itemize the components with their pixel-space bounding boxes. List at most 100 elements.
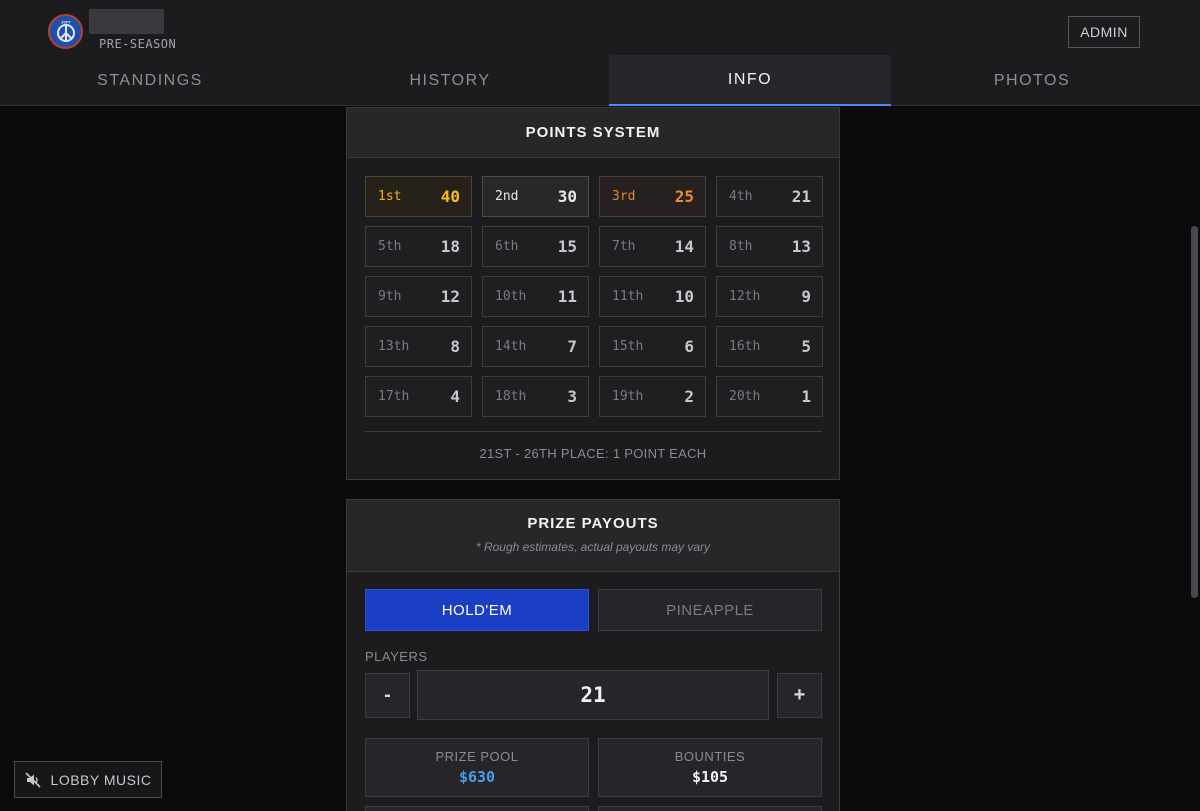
points-system-header: POINTS SYSTEM bbox=[347, 108, 839, 158]
points-value: 7 bbox=[567, 337, 577, 356]
place-label: 7th bbox=[612, 239, 636, 254]
points-cell: 17th 4 bbox=[365, 376, 472, 417]
points-cell: 14th 7 bbox=[482, 326, 589, 367]
players-label: PLAYERS bbox=[365, 649, 428, 664]
prize-payouts-subtitle: * Rough estimates, actual payouts may va… bbox=[475, 540, 711, 554]
points-cell: 7th 14 bbox=[599, 226, 706, 267]
place-label: 2nd bbox=[495, 189, 519, 204]
prize-payouts-panel: PRIZE PAYOUTS * Rough estimates, actual … bbox=[346, 499, 840, 811]
place-label: 9th bbox=[378, 289, 402, 304]
prize-pool-card: PRIZE POOL $630 bbox=[365, 738, 589, 797]
tab-history[interactable]: HISTORY bbox=[300, 55, 600, 106]
points-cell: 12th 9 bbox=[716, 276, 823, 317]
tab-standings[interactable]: STANDINGS bbox=[0, 55, 300, 106]
points-value: 30 bbox=[557, 187, 577, 206]
place-label: 20th bbox=[729, 389, 761, 404]
increase-players-button[interactable]: + bbox=[777, 673, 822, 718]
points-cell: 8th 13 bbox=[716, 226, 823, 267]
points-value: 14 bbox=[674, 237, 694, 256]
points-cell: 13th 8 bbox=[365, 326, 472, 367]
bounties-label: BOUNTIES bbox=[674, 749, 746, 764]
payout-card bbox=[365, 806, 589, 811]
speaker-muted-icon bbox=[24, 771, 41, 788]
points-system-panel: POINTS SYSTEM 1st 40 2nd 30 3rd 25 4th 21 5th 18 6… bbox=[346, 107, 840, 480]
bounties-card: BOUNTIES $105 bbox=[598, 738, 822, 797]
tab-photos[interactable]: PHOTOS bbox=[882, 55, 1182, 106]
payout-card bbox=[598, 806, 822, 811]
lobby-music-button[interactable]: LOBBY MUSIC bbox=[14, 761, 162, 798]
points-cell: 10th 11 bbox=[482, 276, 589, 317]
place-label: 12th bbox=[729, 289, 761, 304]
points-cell: 3rd 25 bbox=[599, 176, 706, 217]
points-value: 9 bbox=[801, 287, 811, 306]
place-label: 16th bbox=[729, 339, 761, 354]
points-value: 6 bbox=[684, 337, 694, 356]
points-value: 13 bbox=[791, 237, 811, 256]
points-value: 18 bbox=[440, 237, 460, 256]
points-cell: 5th 18 bbox=[365, 226, 472, 267]
points-cell: 9th 12 bbox=[365, 276, 472, 317]
prize-payouts-header: PRIZE PAYOUTS * Rough estimates, actual … bbox=[347, 500, 839, 572]
points-value: 11 bbox=[557, 287, 577, 306]
prize-payouts-title: PRIZE PAYOUTS bbox=[527, 515, 659, 532]
logo-text: JSPT bbox=[60, 19, 71, 24]
app-header: JSPT PRE-SEASON ADMIN STANDINGS HISTORY … bbox=[0, 0, 1200, 106]
page-scrollbar[interactable] bbox=[1191, 226, 1198, 598]
points-value: 1 bbox=[801, 387, 811, 406]
lobby-music-label: LOBBY MUSIC bbox=[50, 771, 152, 788]
place-label: 15th bbox=[612, 339, 644, 354]
points-cell: 2nd 30 bbox=[482, 176, 589, 217]
prize-pool-value: $630 bbox=[458, 768, 496, 786]
decrease-players-button[interactable]: - bbox=[365, 673, 410, 718]
place-label: 14th bbox=[495, 339, 527, 354]
points-value: 3 bbox=[567, 387, 577, 406]
players-count-input[interactable]: 21 bbox=[417, 670, 769, 720]
points-value: 5 bbox=[801, 337, 811, 356]
league-logo: JSPT bbox=[48, 14, 83, 49]
points-cell: 20th 1 bbox=[716, 376, 823, 417]
points-cell: 19th 2 bbox=[599, 376, 706, 417]
points-system-title: POINTS SYSTEM bbox=[525, 124, 661, 141]
game-type-toggle: HOLD'EM PINEAPPLE bbox=[365, 589, 822, 631]
divider bbox=[365, 431, 822, 432]
place-label: 1st bbox=[378, 189, 402, 204]
place-label: 19th bbox=[612, 389, 644, 404]
points-value: 8 bbox=[450, 337, 460, 356]
points-note: 21ST - 26TH PLACE: 1 POINT EACH bbox=[479, 446, 707, 461]
points-value: 15 bbox=[557, 237, 577, 256]
main-tabs: STANDINGS HISTORY INFO PHOTOS bbox=[0, 55, 1200, 106]
holdem-button[interactable]: HOLD'EM bbox=[365, 589, 589, 631]
place-label: 8th bbox=[729, 239, 753, 254]
points-value: 25 bbox=[674, 187, 694, 206]
prize-pool-label: PRIZE POOL bbox=[435, 749, 519, 764]
place-label: 11th bbox=[612, 289, 644, 304]
place-label: 17th bbox=[378, 389, 410, 404]
pineapple-button[interactable]: PINEAPPLE bbox=[598, 589, 822, 631]
points-grid: 1st 40 2nd 30 3rd 25 4th 21 5th 18 6th 15 7th 14 8th 13… bbox=[365, 176, 823, 417]
points-cell: 11th 10 bbox=[599, 276, 706, 317]
points-cell: 16th 5 bbox=[716, 326, 823, 367]
points-value: 4 bbox=[450, 387, 460, 406]
bounties-value: $105 bbox=[691, 768, 729, 786]
points-value: 12 bbox=[440, 287, 460, 306]
points-value: 10 bbox=[674, 287, 694, 306]
place-label: 10th bbox=[495, 289, 527, 304]
league-name-redacted bbox=[89, 9, 164, 34]
peace-sign-icon: JSPT bbox=[56, 19, 75, 42]
points-value: 40 bbox=[440, 187, 460, 206]
points-value: 21 bbox=[791, 187, 811, 206]
tab-info[interactable]: INFO bbox=[609, 55, 891, 106]
place-label: 5th bbox=[378, 239, 402, 254]
season-label: PRE-SEASON bbox=[99, 37, 177, 51]
points-cell: 15th 6 bbox=[599, 326, 706, 367]
points-cell: 4th 21 bbox=[716, 176, 823, 217]
place-label: 3rd bbox=[612, 189, 636, 204]
points-value: 2 bbox=[684, 387, 694, 406]
admin-button[interactable]: ADMIN bbox=[1068, 16, 1140, 48]
place-label: 18th bbox=[495, 389, 527, 404]
points-cell: 6th 15 bbox=[482, 226, 589, 267]
points-cell: 1st 40 bbox=[365, 176, 472, 217]
place-label: 13th bbox=[378, 339, 410, 354]
points-cell: 18th 3 bbox=[482, 376, 589, 417]
place-label: 6th bbox=[495, 239, 519, 254]
